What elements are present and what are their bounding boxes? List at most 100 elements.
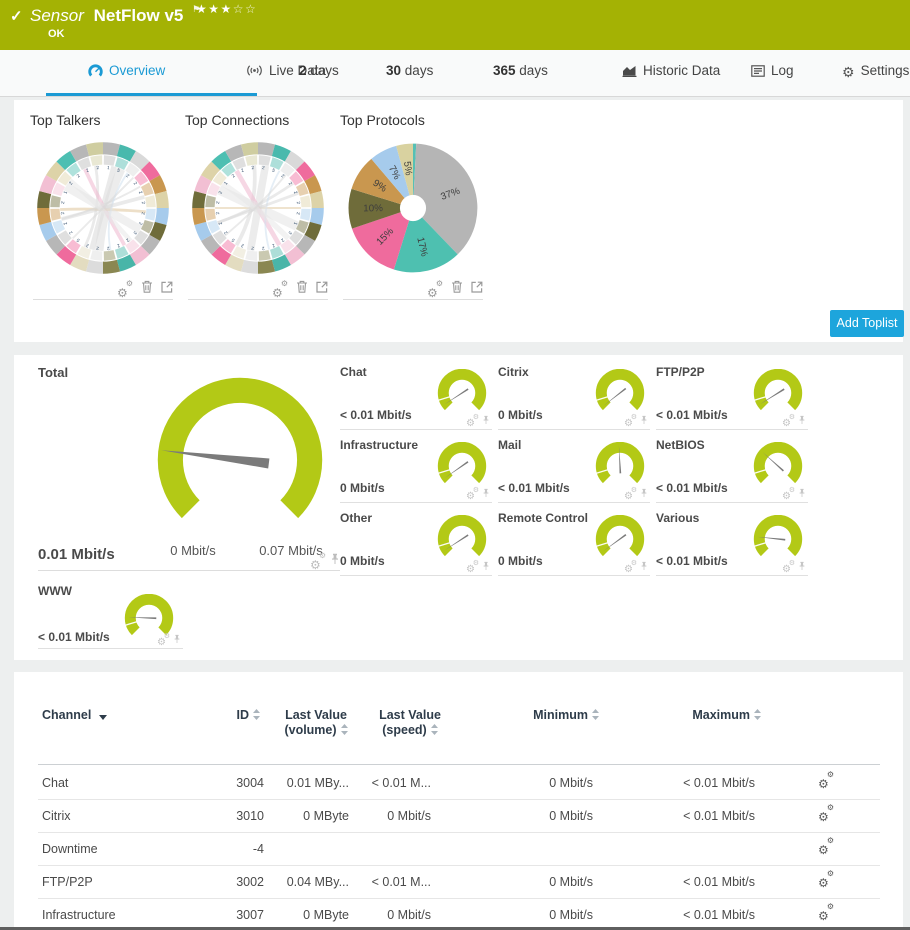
svg-text:2: 2 [106, 246, 110, 251]
column-header-channel[interactable]: Channel [42, 708, 107, 723]
top-talkers-chord-chart[interactable]: 1 5222222322222522221222 2 [33, 138, 173, 278]
gears-icon[interactable]: ⚙ ⚙ [427, 280, 443, 300]
cell-channel[interactable]: Downtime [42, 833, 98, 866]
gears-icon[interactable]: ⚙ ⚙ [466, 414, 479, 429]
svg-text:2: 2 [271, 243, 276, 249]
gauge-tile-netbios: NetBIOS < 0.01 Mbit/s ⚙ ⚙ [656, 436, 808, 503]
gears-icon[interactable]: ⚙ ⚙ [818, 804, 834, 824]
pin-icon[interactable] [640, 485, 648, 503]
column-header-minimum[interactable]: Minimum [474, 708, 599, 723]
priority-stars[interactable]: ★★★☆☆ [196, 2, 257, 16]
svg-text:2: 2 [240, 167, 245, 173]
column-header-last-value-speed[interactable]: Last Value (speed) [366, 708, 454, 738]
top-connections-chord-chart[interactable]: 2 5222221322222522222122 2 [188, 138, 328, 278]
cell-maximum: < 0.01 Mbit/s [683, 809, 755, 823]
gears-icon[interactable]: ⚙ ⚙ [818, 771, 834, 791]
gears-icon[interactable]: ⚙ ⚙ [782, 560, 795, 575]
gears-icon[interactable]: ⚙ ⚙ [117, 280, 133, 300]
pin-icon[interactable] [482, 558, 490, 576]
pin-icon[interactable] [173, 631, 181, 649]
pin-icon[interactable] [798, 485, 806, 503]
add-toplist-button[interactable]: Add Toplist [830, 310, 904, 337]
cell-channel[interactable]: Chat [42, 767, 68, 800]
cell-maximum: < 0.01 Mbit/s [683, 776, 755, 790]
gears-icon[interactable]: ⚙ ⚙ [818, 903, 834, 923]
cell-id: 3007 [236, 908, 264, 922]
stars-filled[interactable]: ★★★ [196, 2, 233, 16]
gears-icon[interactable]: ⚙ ⚙ [624, 414, 637, 429]
pin-icon[interactable] [798, 412, 806, 430]
stars-empty[interactable]: ☆☆ [233, 2, 258, 16]
row-settings: ⚙ ⚙ [818, 767, 834, 800]
pin-icon[interactable] [640, 412, 648, 430]
trash-icon[interactable] [451, 280, 463, 298]
gears-icon[interactable]: ⚙ ⚙ [272, 280, 288, 300]
sensor-name: NetFlow v5 [93, 6, 184, 25]
channel-gauge [753, 369, 803, 411]
sort-icon[interactable] [754, 709, 761, 720]
top-protocols-pie-chart[interactable]: 37%17%15%10%9%7%5% [343, 138, 483, 278]
pin-icon[interactable] [482, 412, 490, 430]
cell-minimum: 0 Mbit/s [549, 809, 593, 823]
column-header-maximum[interactable]: Maximum [634, 708, 761, 723]
tab-historic-data[interactable]: Historic Data [622, 63, 720, 80]
external-link-icon[interactable] [316, 280, 328, 298]
tab-bar: Overview Live Data 2 days 30 days 365 da… [0, 50, 910, 97]
gears-icon[interactable]: ⚙ ⚙ [466, 487, 479, 502]
svg-text:2: 2 [141, 212, 146, 216]
gauge-label: Other [340, 511, 373, 525]
channel-gauge [753, 515, 803, 557]
gears-icon[interactable]: ⚙ ⚙ [466, 560, 479, 575]
total-gauge-actions: ⚙ ⚙ [310, 552, 340, 572]
gears-icon[interactable]: ⚙ ⚙ [157, 633, 170, 648]
sort-icon[interactable] [430, 724, 438, 735]
cell-minimum: 0 Mbit/s [549, 776, 593, 790]
tab-30-days[interactable]: 30 days [386, 63, 433, 78]
gauge-tile-ftp-p2p: FTP/P2P < 0.01 Mbit/s ⚙ ⚙ [656, 363, 808, 430]
table-row-chat: Chat 3004 0.01 MBy... < 0.01 M... 0 Mbit… [14, 767, 903, 800]
gauge-value: < 0.01 Mbit/s [656, 481, 728, 495]
pin-icon[interactable] [482, 485, 490, 503]
cell-channel[interactable]: Infrastructure [42, 899, 116, 927]
tab-365-days[interactable]: 365 days [493, 63, 548, 78]
svg-text:2: 2 [76, 173, 81, 179]
gauge-label: FTP/P2P [656, 365, 705, 379]
gears-icon[interactable]: ⚙ ⚙ [782, 487, 795, 502]
gears-icon[interactable]: ⚙ ⚙ [782, 414, 795, 429]
column-header-last-value-volume[interactable]: Last Value (volume) [268, 708, 364, 738]
gears-icon[interactable]: ⚙ ⚙ [624, 487, 637, 502]
gauge-tile-www: WWW < 0.01 Mbit/s ⚙ ⚙ [38, 582, 183, 649]
channel-gauge [437, 515, 487, 557]
gauge-value: < 0.01 Mbit/s [656, 408, 728, 422]
tab-settings[interactable]: ⚙ Settings [842, 63, 909, 81]
gears-icon[interactable]: ⚙ ⚙ [624, 560, 637, 575]
row-settings: ⚙ ⚙ [818, 833, 834, 866]
external-link-icon[interactable] [161, 280, 173, 298]
pin-icon[interactable] [640, 558, 648, 576]
pin-icon[interactable] [330, 552, 340, 570]
toplist-actions: ⚙ ⚙ [343, 280, 483, 300]
gears-icon[interactable]: ⚙ ⚙ [818, 870, 834, 890]
toplist-actions: ⚙ ⚙ [33, 280, 173, 300]
tab-2-days[interactable]: 2 days [299, 63, 339, 78]
sensor-type-label: Sensor [30, 6, 84, 25]
table-row-downtime: Downtime -4 ⚙ ⚙ [14, 833, 903, 866]
sort-icon[interactable] [340, 724, 348, 735]
pin-icon[interactable] [798, 558, 806, 576]
sensor-header: ✓ Sensor NetFlow v5 ⚑ ★★★☆☆ OK [0, 0, 910, 50]
tab-log[interactable]: Log [751, 63, 794, 80]
trash-icon[interactable] [141, 280, 153, 298]
row-settings: ⚙ ⚙ [818, 800, 834, 833]
trash-icon[interactable] [296, 280, 308, 298]
sort-icon[interactable] [592, 709, 599, 720]
column-header-id[interactable]: ID [184, 708, 260, 723]
tab-overview[interactable]: Overview [88, 63, 165, 80]
svg-text:2: 2 [85, 167, 90, 173]
channel-gauge [753, 442, 803, 484]
external-link-icon[interactable] [471, 280, 483, 298]
cell-channel[interactable]: FTP/P2P [42, 866, 93, 899]
gears-icon[interactable]: ⚙ ⚙ [818, 837, 834, 857]
cell-channel[interactable]: Citrix [42, 800, 70, 833]
sort-icon[interactable] [253, 709, 260, 720]
gears-icon[interactable]: ⚙ ⚙ [310, 552, 326, 572]
